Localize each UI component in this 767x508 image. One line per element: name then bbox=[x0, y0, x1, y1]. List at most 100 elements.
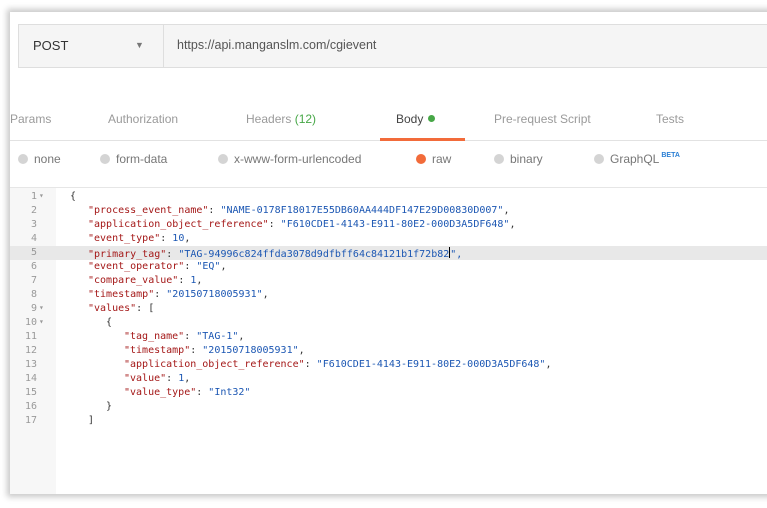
code-line[interactable]: 4 "event_type": 10, bbox=[10, 232, 767, 246]
radio-circle-icon bbox=[218, 154, 228, 164]
code-editor[interactable]: 1 ▾{2 "process_event_name": "NAME-0178F180… bbox=[10, 187, 767, 494]
line-number: 2 bbox=[30, 205, 37, 216]
code-text: "primary_tag": "TAG-94996c824ffda3078d9d… bbox=[88, 247, 463, 260]
line-number: 16 bbox=[24, 401, 37, 412]
code-line[interactable]: 10 ▾ { bbox=[10, 316, 767, 330]
code-line[interactable]: 12 "timestamp": "20150718005931", bbox=[10, 344, 767, 358]
line-number: 9 bbox=[30, 303, 37, 314]
fold-arrow-icon[interactable]: ▾ bbox=[39, 303, 44, 312]
json-key: "process_event_name" bbox=[88, 205, 209, 216]
code-text: "application_object_reference": "F610CDE… bbox=[124, 359, 552, 370]
line-number: 14 bbox=[24, 373, 37, 384]
line-number: 17 bbox=[24, 415, 37, 426]
code-line[interactable]: 14 "value": 1, bbox=[10, 372, 767, 386]
line-number: 8 bbox=[30, 289, 37, 300]
json-key: "tag_name" bbox=[124, 331, 185, 342]
request-url-bar: POST ▼ https://api.manganslm.com/cgieven… bbox=[18, 24, 767, 68]
headers-count-badge: (12) bbox=[294, 112, 317, 126]
line-number: 7 bbox=[30, 275, 37, 286]
radio-circle-icon bbox=[594, 154, 604, 164]
radio-x-www-form-urlencoded[interactable]: x-www-form-urlencoded bbox=[218, 152, 361, 166]
json-key: "timestamp" bbox=[88, 289, 155, 300]
json-key: "application_object_reference" bbox=[88, 219, 269, 230]
line-number: 3 bbox=[30, 219, 37, 230]
code-text: "timestamp": "20150718005931", bbox=[88, 289, 269, 300]
json-value: "EQ" bbox=[196, 261, 221, 272]
code-line[interactable]: 15 "value_type": "Int32" bbox=[10, 386, 767, 400]
code-line[interactable]: 2 "process_event_name": "NAME-0178F18017E… bbox=[10, 204, 767, 218]
code-line[interactable]: 9 ▾ "values": [ bbox=[10, 302, 767, 316]
code-text: "process_event_name": "NAME-0178F18017E5… bbox=[88, 205, 510, 216]
json-key: "primary_tag" bbox=[88, 249, 167, 260]
method-label: POST bbox=[33, 38, 69, 53]
line-number: 12 bbox=[24, 345, 37, 356]
radio-circle-icon bbox=[100, 154, 110, 164]
line-number: 10 bbox=[24, 317, 37, 328]
json-key: "values" bbox=[88, 303, 137, 314]
tab-tests[interactable]: Tests bbox=[656, 112, 684, 126]
json-key: "application_object_reference" bbox=[124, 359, 305, 370]
radio-circle-icon bbox=[18, 154, 28, 164]
fold-arrow-icon[interactable]: ▾ bbox=[39, 191, 44, 200]
code-text: "value": 1, bbox=[124, 373, 191, 384]
radio-none-label: none bbox=[34, 152, 61, 166]
json-value: "20150718005931" bbox=[202, 345, 299, 356]
json-key: "value" bbox=[124, 373, 167, 384]
line-number: 5 bbox=[30, 247, 37, 258]
tab-headers[interactable]: Headers (12) bbox=[246, 112, 316, 126]
body-status-dot bbox=[428, 115, 436, 122]
json-value: "Int32" bbox=[208, 387, 251, 398]
radio-none[interactable]: none bbox=[18, 152, 61, 166]
code-text: "timestamp": "20150718005931", bbox=[124, 345, 305, 356]
line-number: 13 bbox=[24, 359, 37, 370]
line-number: 11 bbox=[24, 331, 37, 342]
code-line[interactable]: 6 "event_operator": "EQ", bbox=[10, 260, 767, 274]
request-tabs: Params Authorization Headers (12) Body P… bbox=[10, 100, 767, 141]
code-text: "value_type": "Int32" bbox=[124, 387, 251, 398]
code-text: { bbox=[106, 317, 113, 328]
code-line[interactable]: 5 "primary_tag": "TAG-94996c824ffda3078d9… bbox=[10, 246, 767, 260]
body-mode-selector: none form-data x-www-form-urlencoded raw… bbox=[10, 152, 767, 182]
tab-headers-label: Headers bbox=[246, 112, 292, 126]
radio-graphql[interactable]: GraphQL BETA bbox=[594, 152, 680, 166]
code-text: "compare_value": 1, bbox=[88, 275, 203, 286]
code-line[interactable]: 1 ▾ { bbox=[10, 190, 767, 204]
tab-authorization[interactable]: Authorization bbox=[108, 112, 178, 126]
json-value: "TAG-94996c824ffda3078d9dfbff64c84121b1f… bbox=[178, 249, 450, 260]
fold-arrow-icon[interactable]: ▾ bbox=[39, 317, 44, 326]
method-dropdown[interactable]: POST ▼ bbox=[19, 25, 164, 67]
json-value: "F610CDE1-4143-E911-80E2-000D3A5DF648" bbox=[316, 359, 546, 370]
line-number: 15 bbox=[24, 387, 37, 398]
code-line[interactable]: 17] bbox=[10, 414, 767, 428]
json-value: "NAME-0178F18017E55DB60AA444DF147E29D008… bbox=[220, 205, 504, 216]
radio-form-data[interactable]: form-data bbox=[100, 152, 167, 166]
radio-urlencoded-label: x-www-form-urlencoded bbox=[234, 152, 362, 166]
json-key: "compare_value" bbox=[88, 275, 179, 286]
line-number: 1 bbox=[30, 191, 37, 202]
radio-graphql-label: GraphQL bbox=[610, 152, 660, 166]
radio-form-data-label: form-data bbox=[116, 152, 168, 166]
tab-params[interactable]: Params bbox=[10, 112, 51, 126]
code-text: ] bbox=[88, 415, 95, 426]
tab-pre-request-script[interactable]: Pre-request Script bbox=[494, 112, 591, 126]
beta-badge: BETA bbox=[661, 152, 680, 159]
radio-binary-label: binary bbox=[510, 152, 543, 166]
code-line[interactable]: 7 "compare_value": 1, bbox=[10, 274, 767, 288]
code-line[interactable]: 8 "timestamp": "20150718005931", bbox=[10, 288, 767, 302]
code-line[interactable]: 16} bbox=[10, 400, 767, 414]
json-key: "event_operator" bbox=[88, 261, 185, 272]
json-key: "timestamp" bbox=[124, 345, 191, 356]
tab-body[interactable]: Body bbox=[396, 112, 436, 126]
json-value: "F610CDE1-4143-E911-80E2-000D3A5DF648" bbox=[280, 219, 510, 230]
code-text: "values": [ bbox=[88, 303, 155, 314]
code-line[interactable]: 11 "tag_name": "TAG-1", bbox=[10, 330, 767, 344]
code-line[interactable]: 3 "application_object_reference": "F610CD… bbox=[10, 218, 767, 232]
radio-binary[interactable]: binary bbox=[494, 152, 543, 166]
json-value: "20150718005931" bbox=[166, 289, 263, 300]
code-line[interactable]: 13 "application_object_reference": "F610C… bbox=[10, 358, 767, 372]
code-text: { bbox=[70, 191, 77, 202]
url-input[interactable]: https://api.manganslm.com/cgievent bbox=[177, 38, 376, 52]
radio-raw[interactable]: raw bbox=[416, 152, 451, 166]
line-number: 6 bbox=[30, 261, 37, 272]
radio-raw-label: raw bbox=[432, 152, 452, 166]
